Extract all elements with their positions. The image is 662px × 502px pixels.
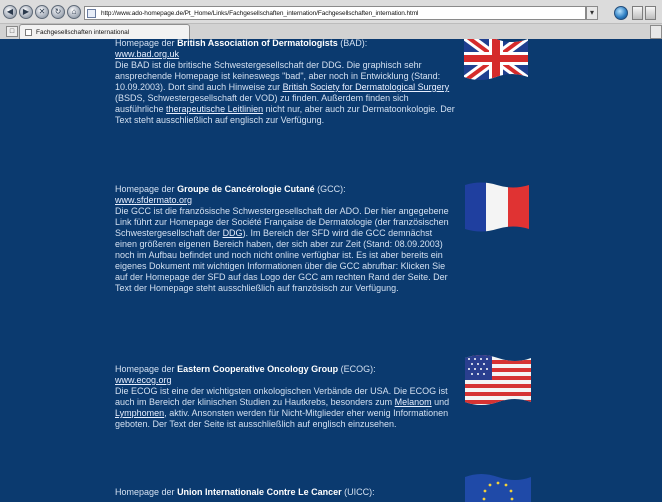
tab-label: Fachgesellschaften international (36, 29, 130, 36)
entry-ecog: Homepage der Eastern Cooperative Oncolog… (115, 364, 455, 430)
eu-flag-icon[interactable] (462, 471, 534, 502)
page-content: Homepage der British Association of Derm… (0, 39, 662, 502)
entry-bad: Homepage der British Association of Derm… (115, 39, 455, 126)
entry-heading-prefix: Homepage der (115, 184, 175, 194)
address-bar[interactable]: http://www.ado-homepage.de/Pt_Home/Links… (84, 6, 586, 20)
forward-arrow-icon: ▶ (22, 7, 30, 16)
home-icon: ⌂ (71, 7, 77, 16)
address-dropdown-button[interactable]: ▾ (586, 6, 598, 20)
entry-description: Die BAD ist die britische Schwestergesel… (115, 60, 455, 126)
entry-heading: Homepage der British Association of Derm… (115, 39, 455, 49)
entry-description: Die ECOG ist eine der wichtigsten onkolo… (115, 386, 455, 430)
globe-icon[interactable] (614, 6, 628, 20)
inline-link[interactable]: British Society for Dermatological Surge… (283, 82, 450, 92)
back-button[interactable]: ◀ (3, 5, 17, 19)
page-icon (87, 9, 96, 18)
entry-heading-prefix: Homepage der (115, 364, 175, 374)
entry-website-link[interactable]: www.ecog.org (115, 375, 172, 385)
entry-heading-prefix: Homepage der (115, 487, 175, 497)
inline-link[interactable]: DDG (223, 228, 243, 238)
entry-description: Die GCC ist die französische Schwesterge… (115, 206, 455, 294)
usa-flag-icon[interactable] (462, 350, 534, 410)
home-button[interactable]: ⌂ (67, 5, 81, 19)
inline-link[interactable]: therapeutische Leitlinien (166, 104, 263, 114)
toolbar-button-1[interactable] (632, 6, 643, 20)
entry-org-name: Union Internationale Contre Le Cancer (177, 487, 342, 497)
entry-heading: Homepage der Union Internationale Contre… (115, 487, 455, 498)
chevron-down-icon: ▾ (589, 8, 594, 17)
uk-flag-icon[interactable] (462, 39, 530, 87)
tab-bar: □ Fachgesellschaften international (0, 23, 662, 40)
document-icon: □ (9, 28, 15, 35)
entry-heading: Homepage der Eastern Cooperative Oncolog… (115, 364, 455, 375)
description-text: und (431, 397, 450, 407)
tab-active[interactable]: Fachgesellschaften international (19, 24, 190, 40)
reload-button[interactable]: ↻ (51, 5, 65, 19)
tab-scroll-left-button[interactable]: □ (6, 26, 18, 37)
entry-gcc: Homepage der Groupe de Cancérologie Cuta… (115, 184, 455, 294)
tab-favicon-icon (25, 29, 32, 36)
stop-icon: ✕ (38, 7, 46, 16)
entry-org-name: British Association of Dermatologists (177, 39, 338, 48)
entry-org-abbr: (BAD): (340, 39, 368, 48)
entry-org-abbr: (GCC): (317, 184, 346, 194)
entry-org-abbr: (ECOG): (340, 364, 376, 374)
reload-icon: ↻ (54, 7, 62, 16)
back-arrow-icon: ◀ (6, 7, 14, 16)
entry-website-link[interactable]: www.bad.org.uk (115, 49, 179, 59)
toolbar-button-2[interactable] (645, 6, 656, 20)
forward-button[interactable]: ▶ (19, 5, 33, 19)
entry-org-name: Groupe de Cancérologie Cutané (177, 184, 315, 194)
france-flag-icon[interactable] (462, 178, 532, 236)
entry-org-name: Eastern Cooperative Oncology Group (177, 364, 339, 374)
description-text: , aktiv. Ansonsten werden für Nicht-Mitg… (115, 408, 449, 429)
entry-uicc: Homepage der Union Internationale Contre… (115, 487, 455, 498)
entry-org-abbr: (UICC): (344, 487, 375, 497)
stop-button[interactable]: ✕ (35, 5, 49, 19)
tab-scroll-right-button[interactable] (650, 25, 662, 39)
url-text[interactable]: http://www.ado-homepage.de/Pt_Home/Links… (101, 8, 418, 19)
entry-heading-prefix: Homepage der (115, 39, 175, 48)
inline-link[interactable]: Melanom (395, 397, 432, 407)
browser-chrome: ◀ ▶ ✕ ↻ ⌂ http://www.ado-homepage.de/Pt_… (0, 0, 662, 40)
entry-website-link[interactable]: www.sfdermato.org (115, 195, 192, 205)
entry-heading: Homepage der Groupe de Cancérologie Cuta… (115, 184, 455, 195)
inline-link[interactable]: Lymphomen (115, 408, 164, 418)
